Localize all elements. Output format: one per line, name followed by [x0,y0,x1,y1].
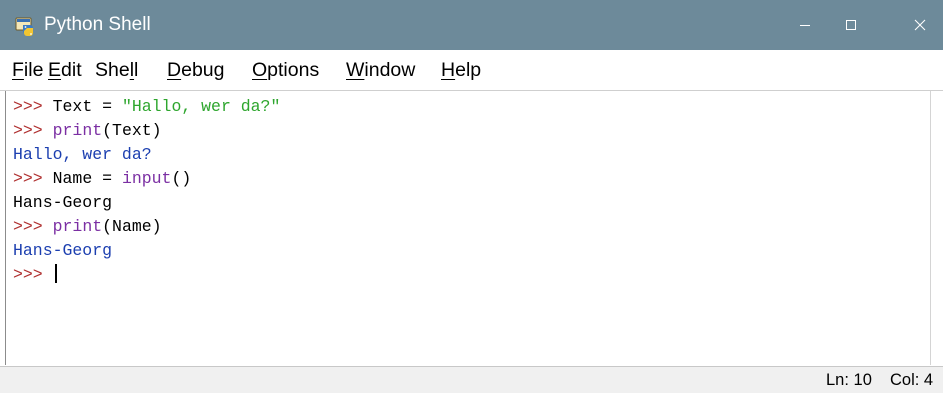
menu-bar: File Edit Shell Debug Options Window Hel… [0,50,943,90]
minimize-button[interactable] [782,0,828,50]
minimize-icon [800,25,810,26]
menu-debug[interactable]: Debug [167,50,224,90]
shell-line-3: >>> Name = input() [13,169,192,188]
idle-shell-window: Python Shell File Edit Shell Debug Optio… [0,0,943,393]
shell-line-2: >>> print(Text) [13,121,162,140]
shell-text-area[interactable]: >>> Text = "Hallo, wer da?" >>> print(Te… [5,91,931,365]
menu-shell[interactable]: Shell [95,50,138,90]
shell-line-4: >>> print(Name) [13,217,162,236]
status-column-number: Col: 4 [890,371,934,389]
menu-file[interactable]: File [12,50,43,90]
shell-prompt: >>> [13,169,43,188]
menu-edit[interactable]: Edit [48,50,82,90]
shell-prompt: >>> [13,217,43,236]
shell-line-1: >>> Text = "Hallo, wer da?" [13,97,281,116]
title-bar[interactable]: Python Shell [0,0,943,50]
maximize-button[interactable] [828,0,874,50]
shell-output-2: Hans-Georg [13,241,113,260]
close-button[interactable] [897,0,943,50]
status-line-number: Ln: 10 [826,371,872,389]
shell-prompt: >>> [13,121,43,140]
close-icon [914,19,926,31]
status-bar: Ln: 10 Col: 4 [0,366,943,393]
shell-prompt: >>> [13,97,43,116]
shell-output-1: Hallo, wer da? [13,145,152,164]
menu-help[interactable]: Help [441,50,481,90]
text-cursor [54,264,57,283]
vertical-scrollbar[interactable] [931,91,943,378]
shell-prompt: >>> [13,265,43,284]
maximize-icon [846,20,856,30]
shell-stdin-1: Hans-Georg [13,193,113,212]
python-shell-icon [14,15,36,37]
shell-current-line[interactable]: >>> [13,263,57,287]
window-title: Python Shell [44,14,151,35]
menu-window[interactable]: Window [346,50,415,90]
menu-options[interactable]: Options [252,50,319,90]
